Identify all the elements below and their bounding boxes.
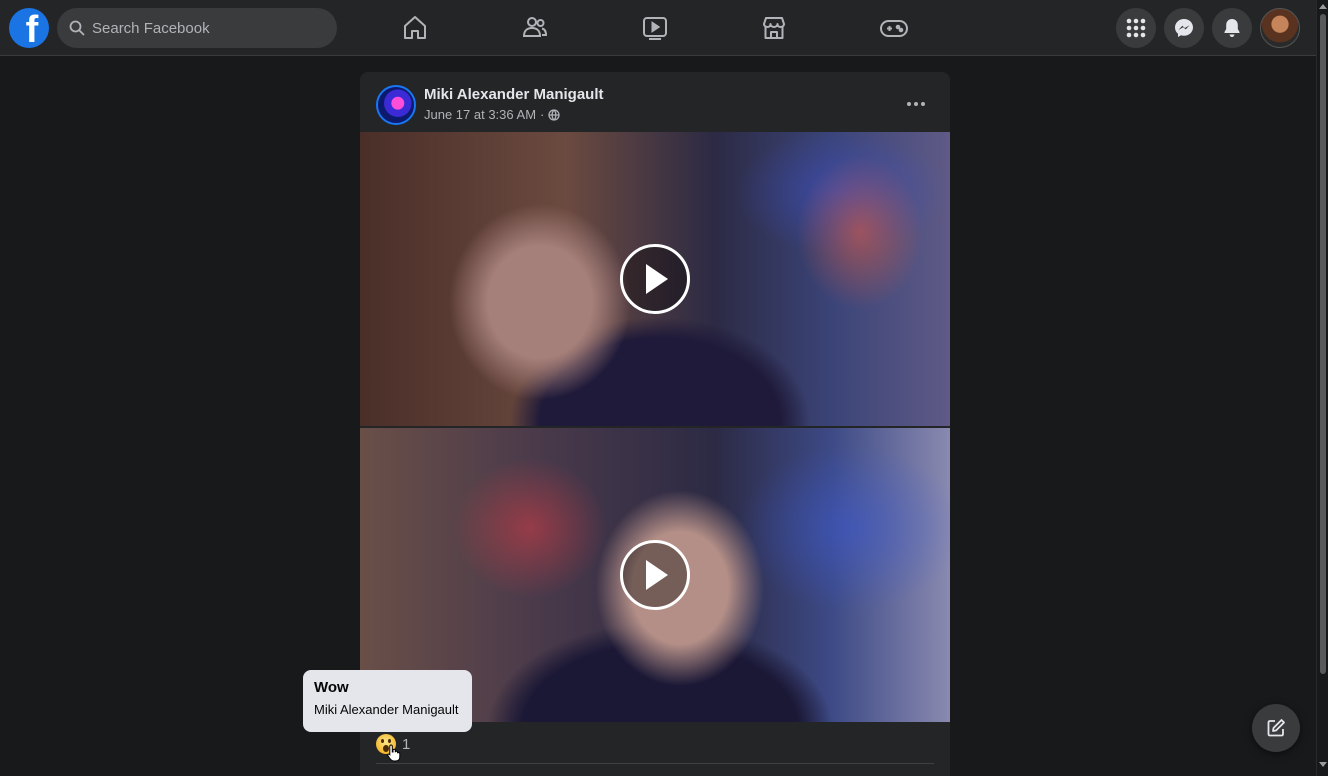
video-thumbnail-1[interactable] bbox=[360, 132, 950, 426]
menu-button[interactable] bbox=[1116, 8, 1156, 48]
menu-grid-icon bbox=[1126, 18, 1146, 38]
more-dot-icon bbox=[914, 102, 918, 106]
messenger-button[interactable] bbox=[1164, 8, 1204, 48]
play-icon bbox=[646, 560, 668, 590]
messenger-icon bbox=[1175, 19, 1193, 37]
play-button[interactable] bbox=[620, 244, 690, 314]
top-navigation-bar: f bbox=[0, 0, 1316, 56]
nav-watch[interactable] bbox=[627, 6, 683, 50]
meta-separator: · bbox=[540, 107, 545, 122]
nav-home[interactable] bbox=[387, 6, 443, 50]
reaction-count[interactable]: 1 bbox=[402, 736, 410, 753]
marketplace-icon bbox=[763, 17, 785, 39]
more-dot-icon bbox=[921, 102, 925, 106]
tooltip-title: Wow bbox=[314, 679, 349, 696]
play-icon bbox=[646, 264, 668, 294]
post-meta: June 17 at 3:36 AM · bbox=[424, 107, 561, 122]
search-bar[interactable] bbox=[57, 8, 337, 48]
hand-cursor-icon bbox=[387, 744, 401, 762]
post-options-button[interactable] bbox=[898, 86, 934, 122]
notifications-button[interactable] bbox=[1212, 8, 1252, 48]
account-avatar[interactable] bbox=[1260, 8, 1300, 48]
scroll-thumb[interactable] bbox=[1320, 14, 1326, 674]
compose-icon bbox=[1267, 719, 1285, 737]
globe-icon bbox=[548, 108, 561, 121]
watch-icon bbox=[643, 17, 667, 40]
author-avatar[interactable] bbox=[376, 85, 416, 125]
more-dot-icon bbox=[907, 102, 911, 106]
nav-friends[interactable] bbox=[507, 6, 563, 50]
notifications-icon bbox=[1224, 19, 1240, 37]
play-button[interactable] bbox=[620, 540, 690, 610]
search-icon bbox=[69, 20, 85, 36]
search-input[interactable] bbox=[92, 19, 322, 37]
facebook-logo[interactable]: f bbox=[9, 8, 49, 48]
page-scrollbar[interactable] bbox=[1316, 0, 1328, 776]
post-author[interactable]: Miki Alexander Manigault bbox=[424, 86, 603, 103]
friends-icon bbox=[522, 17, 548, 37]
home-icon bbox=[404, 16, 426, 39]
nav-gaming[interactable] bbox=[866, 6, 922, 50]
post-timestamp[interactable]: June 17 at 3:36 AM bbox=[424, 107, 536, 122]
gaming-icon bbox=[880, 20, 908, 37]
post-divider bbox=[376, 763, 934, 764]
reaction-tooltip: Wow Miki Alexander Manigault bbox=[303, 670, 472, 732]
new-message-button[interactable] bbox=[1252, 704, 1300, 752]
tooltip-reactor-name: Miki Alexander Manigault bbox=[314, 702, 459, 717]
nav-marketplace[interactable] bbox=[746, 6, 802, 50]
scroll-up-arrow-icon[interactable] bbox=[1319, 4, 1327, 9]
scroll-down-arrow-icon[interactable] bbox=[1319, 762, 1327, 767]
